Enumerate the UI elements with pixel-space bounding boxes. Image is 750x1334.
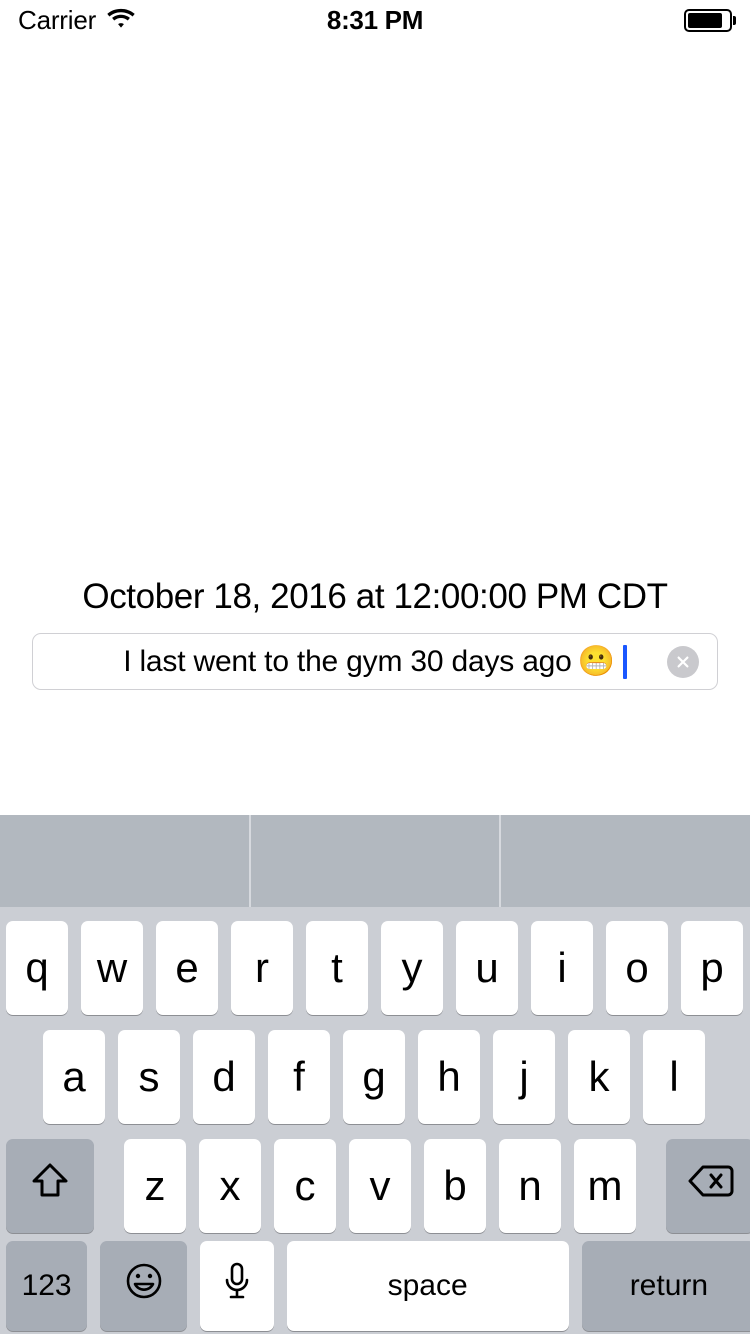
microphone-icon (220, 1259, 254, 1313)
clear-circle-icon[interactable] (667, 645, 699, 678)
grimacing-face-emoji: 😬 (577, 644, 615, 678)
key-u[interactable]: u (456, 921, 518, 1015)
key-m[interactable]: m (574, 1139, 636, 1233)
prediction-slot-2-label (251, 815, 500, 907)
key-r[interactable]: r (231, 921, 293, 1015)
shift-arrow-icon (28, 1159, 72, 1213)
keyboard-row-3: z x c v b n m (0, 1139, 750, 1233)
dictation-key[interactable] (200, 1241, 274, 1331)
prediction-slot-1-label (0, 815, 249, 907)
prediction-slot-3[interactable] (499, 815, 750, 907)
key-w[interactable]: w (81, 921, 143, 1015)
key-i[interactable]: i (531, 921, 593, 1015)
key-q[interactable]: q (6, 921, 68, 1015)
key-h[interactable]: h (418, 1030, 480, 1124)
keyboard-row-4: 123 space return (0, 1241, 750, 1331)
key-f[interactable]: f (268, 1030, 330, 1124)
content-area: October 18, 2016 at 12:00:00 PM CDT I la… (0, 40, 750, 815)
key-x[interactable]: x (199, 1139, 261, 1233)
row3-right-spacer (649, 1139, 666, 1233)
return-key[interactable]: return (581, 1241, 750, 1331)
shift-key[interactable] (6, 1139, 94, 1233)
key-v[interactable]: v (349, 1139, 411, 1233)
row3-left-spacer (107, 1139, 124, 1233)
status-bar: Carrier 8:31 PM (0, 0, 750, 40)
text-input-value: I last went to the gym 30 days ago (123, 644, 572, 678)
key-o[interactable]: o (606, 921, 668, 1015)
battery-full-icon (684, 8, 732, 32)
delete-key[interactable] (666, 1139, 750, 1233)
text-caret (622, 644, 627, 679)
prediction-slot-1[interactable] (0, 815, 249, 907)
status-bar-right (684, 8, 736, 32)
space-key[interactable]: space (286, 1241, 569, 1331)
key-s[interactable]: s (118, 1030, 180, 1124)
onscreen-keyboard: q w e r t y u i o p a s d f g h j k l z … (0, 907, 750, 1334)
key-c[interactable]: c (274, 1139, 336, 1233)
delete-backspace-icon (686, 1162, 734, 1210)
key-p[interactable]: p (681, 921, 743, 1015)
keyboard-row-2: a s d f g h j k l (0, 1030, 750, 1124)
battery-nub (733, 15, 736, 25)
key-y[interactable]: y (381, 921, 443, 1015)
key-d[interactable]: d (193, 1030, 255, 1124)
numbers-key[interactable]: 123 (6, 1241, 88, 1331)
key-k[interactable]: k (568, 1030, 630, 1124)
key-n[interactable]: n (499, 1139, 561, 1233)
key-e[interactable]: e (156, 921, 218, 1015)
key-a[interactable]: a (43, 1030, 105, 1124)
text-input-value-wrapper: I last went to the gym 30 days ago 😬 (123, 644, 627, 679)
text-input-field[interactable]: I last went to the gym 30 days ago 😬 (32, 633, 718, 690)
status-bar-time: 8:31 PM (326, 4, 424, 35)
emoji-key[interactable] (100, 1241, 188, 1331)
key-t[interactable]: t (306, 921, 368, 1015)
key-z[interactable]: z (124, 1139, 186, 1233)
key-j[interactable]: j (493, 1030, 555, 1124)
date-label: October 18, 2016 at 12:00:00 PM CDT (82, 577, 668, 616)
prediction-slot-2[interactable] (248, 815, 500, 907)
key-b[interactable]: b (424, 1139, 486, 1233)
key-l[interactable]: l (643, 1030, 705, 1124)
keyboard-row-1: q w e r t y u i o p (0, 921, 750, 1015)
key-g[interactable]: g (343, 1030, 405, 1124)
smiley-face-icon (122, 1259, 166, 1313)
prediction-slot-3-label (501, 815, 750, 907)
predictive-text-bar (0, 815, 750, 907)
